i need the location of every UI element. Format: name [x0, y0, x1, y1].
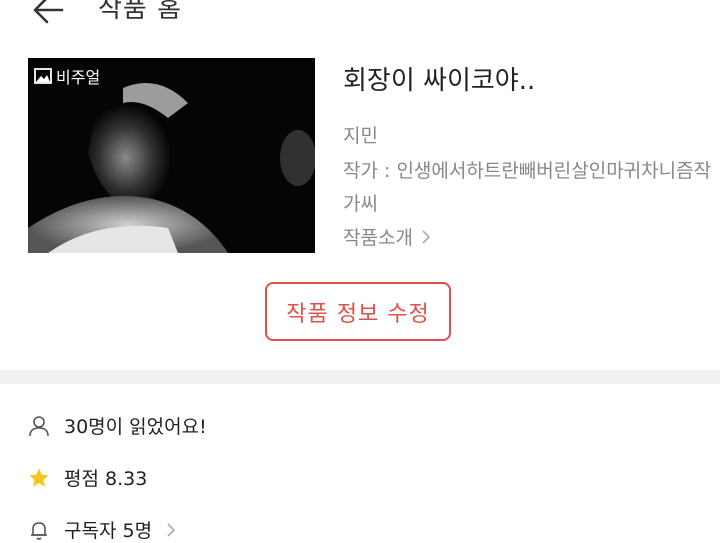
arrow-left-icon[interactable]	[30, 0, 66, 26]
readers-count: 30명이 읽었어요!	[64, 416, 207, 438]
chevron-right-icon	[167, 522, 176, 537]
edit-work-info-button[interactable]: 작품 정보 수정	[265, 282, 451, 341]
top-bar: 작품 홈	[0, 0, 720, 40]
subscribers-stat[interactable]: 구독자 5명	[28, 516, 176, 543]
badge-label: 비주얼	[56, 68, 101, 87]
readers-stat: 30명이 읽었어요!	[28, 412, 207, 439]
subscribers-count: 구독자 5명	[64, 520, 153, 542]
visual-badge: 비주얼	[34, 64, 100, 88]
section-divider	[0, 370, 720, 384]
writer-credit: 작가 : 인생에서하트란빼버린살인마귀차니즘작가씨	[343, 160, 712, 215]
intro-label: 작품소개	[343, 227, 413, 249]
star-icon	[29, 468, 49, 487]
rating-stat: 평점 8.33	[28, 464, 147, 491]
work-title: 회장이 싸이코야..	[343, 66, 536, 96]
cover-image[interactable]: 비주얼	[28, 58, 315, 253]
work-intro-link[interactable]: 작품소개	[343, 223, 431, 250]
chevron-right-icon	[422, 229, 431, 244]
page-title: 작품 홈	[98, 0, 183, 24]
bell-icon	[31, 521, 47, 540]
work-author: 지민	[343, 125, 378, 147]
person-icon	[29, 415, 49, 436]
image-icon	[34, 68, 52, 84]
rating-value: 평점 8.33	[64, 468, 148, 490]
